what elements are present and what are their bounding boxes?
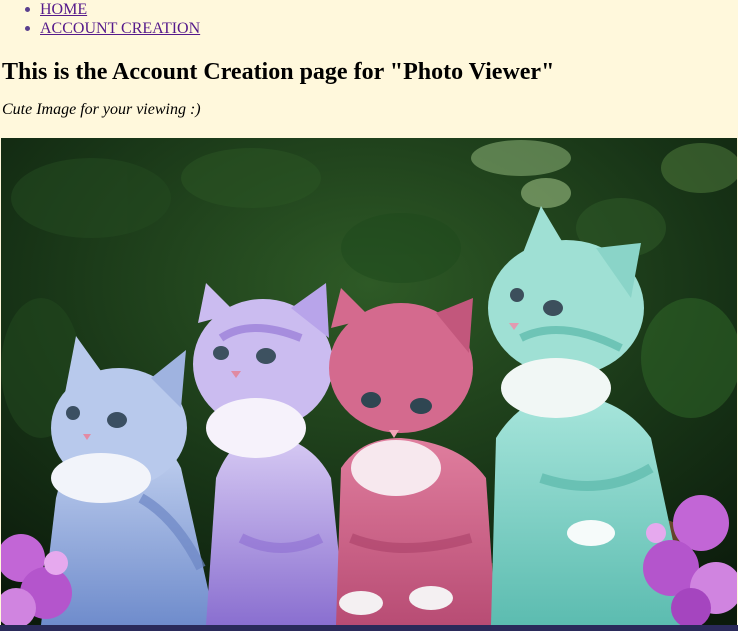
home-link[interactable]: HOME — [40, 1, 87, 18]
kittens-photo — [1, 138, 737, 625]
nav-item-home: HOME — [25, 0, 738, 19]
page-title: This is the Account Creation page for "P… — [2, 59, 555, 85]
nav-item-account-creation: ACCOUNT CREATION — [25, 19, 738, 38]
account-creation-link[interactable]: ACCOUNT CREATION — [40, 20, 200, 37]
image-caption: Cute Image for your viewing :) — [2, 101, 201, 118]
bottom-edge — [0, 625, 738, 631]
main-nav: HOME ACCOUNT CREATION — [0, 0, 738, 38]
